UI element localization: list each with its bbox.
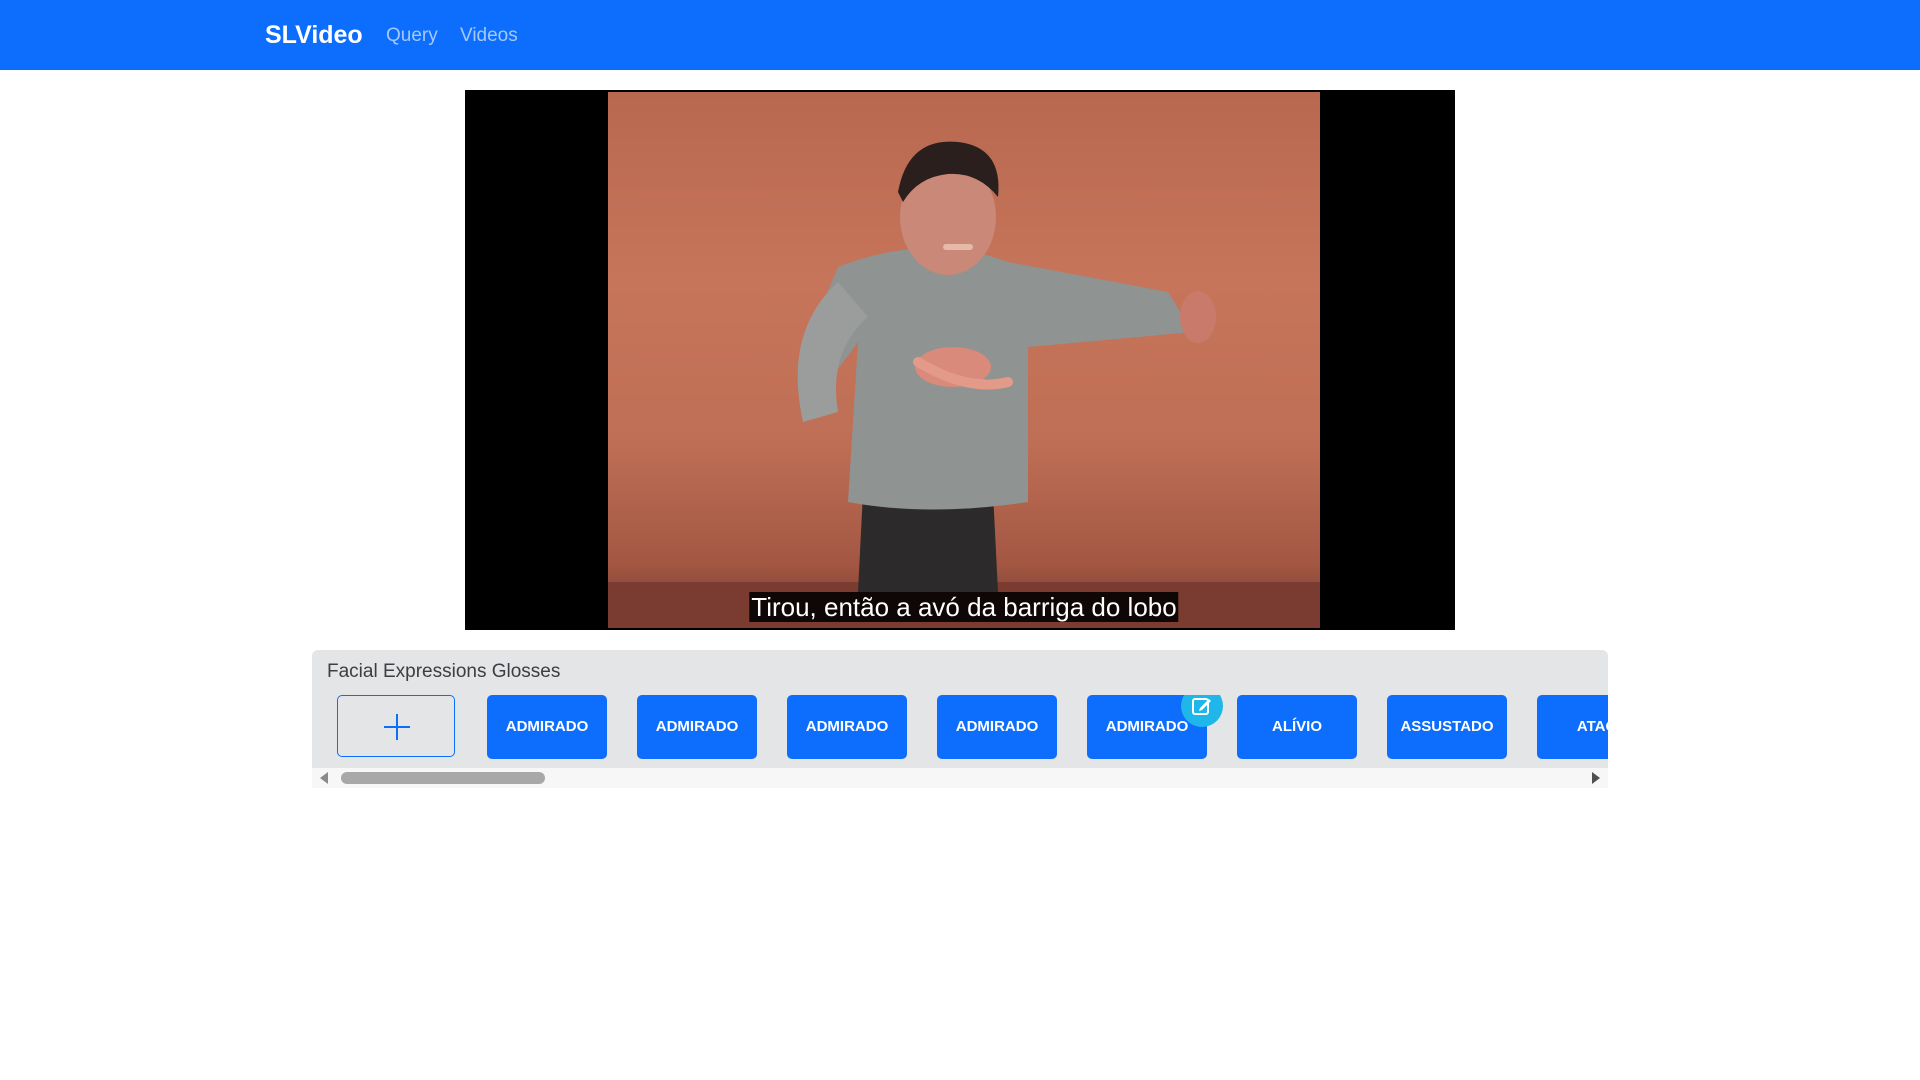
signer-figure [608, 141, 1320, 628]
scroll-left-arrow-icon[interactable] [320, 772, 328, 784]
gloss-chip[interactable]: ATAQ [1537, 695, 1608, 759]
panel-title: Facial Expressions Glosses [327, 661, 561, 682]
gloss-chip[interactable]: ADMIRADO [487, 695, 607, 759]
plus-icon [384, 714, 410, 740]
nav-link-videos[interactable]: Videos [460, 24, 518, 48]
gloss-chip[interactable]: ASSUSTADO [1387, 695, 1507, 759]
gloss-chip[interactable]: ADMIRADO [937, 695, 1057, 759]
video-player[interactable]: Tirou, então a avó da barriga do lobo [465, 90, 1455, 630]
facial-expressions-glosses-panel: Facial Expressions Glosses ADMIRADO ADMI… [312, 650, 1608, 768]
video-subtitle: Tirou, então a avó da barriga do lobo [749, 592, 1179, 622]
top-navbar: SLVideo Query Videos [0, 0, 1920, 70]
gloss-chip[interactable]: ADMIRADO [637, 695, 757, 759]
nav-link-query[interactable]: Query [386, 24, 438, 48]
gloss-chip[interactable]: ALÍVIO [1237, 695, 1357, 759]
video-frame-image: Tirou, então a avó da barriga do lobo [608, 92, 1320, 628]
add-gloss-button[interactable] [337, 695, 455, 757]
gloss-chip-strip: ADMIRADO ADMIRADO ADMIRADO ADMIRADO ADMI… [337, 695, 1608, 761]
brand-logo-link[interactable]: SLVideo [265, 20, 363, 50]
gloss-chip[interactable]: ADMIRADO [787, 695, 907, 759]
scroll-right-arrow-icon[interactable] [1592, 772, 1600, 784]
scrollbar-thumb[interactable] [341, 772, 545, 784]
edit-icon [1192, 698, 1211, 715]
horizontal-scrollbar[interactable] [312, 768, 1608, 788]
